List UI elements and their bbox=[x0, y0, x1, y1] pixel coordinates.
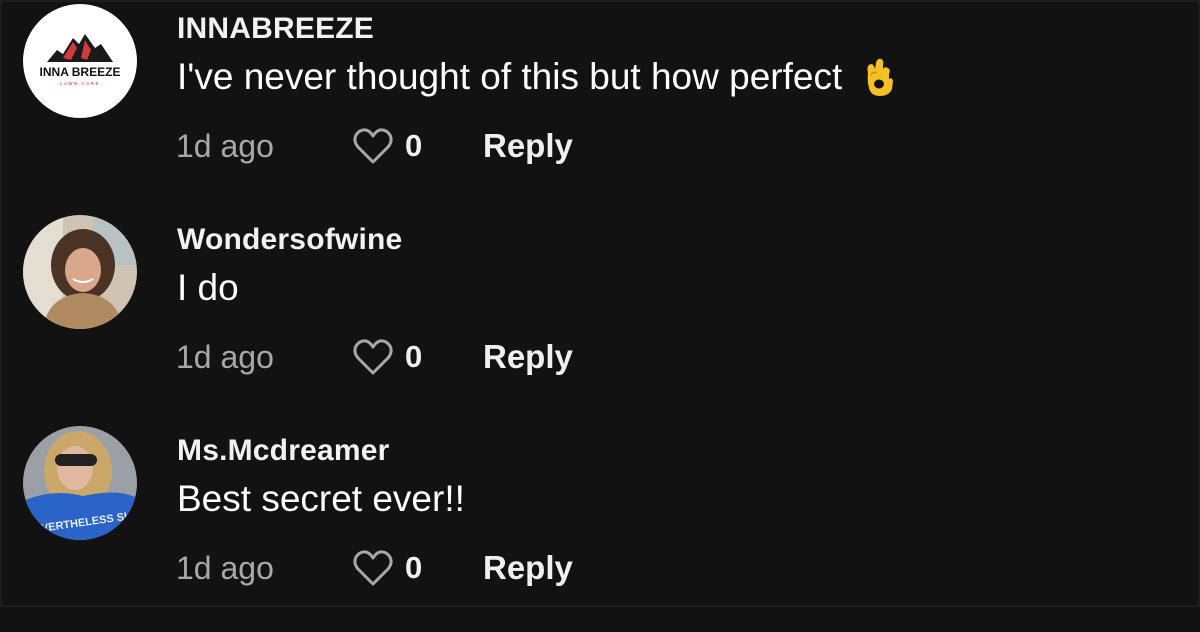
ok-hand-emoji-icon bbox=[862, 57, 898, 97]
comment-meta: 1d ago 0 Reply bbox=[176, 335, 573, 379]
username[interactable]: Ms.Mcdreamer bbox=[177, 434, 390, 468]
comment-body: I've never thought of this but how perfe… bbox=[177, 56, 843, 97]
like-button[interactable]: 0 bbox=[351, 548, 483, 588]
timestamp: 1d ago bbox=[176, 338, 274, 375]
heart-icon bbox=[351, 337, 395, 377]
timestamp: 1d ago bbox=[176, 127, 274, 164]
username[interactable]: INNABREEZE bbox=[177, 12, 374, 46]
comment-item: NEVERTHELESS SHE Ms.Mcdreamer Best secre… bbox=[0, 422, 1200, 632]
like-count: 0 bbox=[405, 339, 423, 374]
comment-body: Best secret ever!! bbox=[177, 478, 465, 519]
comment-item: Wondersofwine I do 1d ago 0 Reply bbox=[0, 211, 1200, 421]
like-button[interactable]: 0 bbox=[351, 126, 483, 166]
avatar[interactable]: NEVERTHELESS SHE bbox=[23, 426, 137, 540]
comment-body: I do bbox=[177, 267, 239, 308]
comment-meta: 1d ago 0 Reply bbox=[176, 124, 573, 168]
reply-button[interactable]: Reply bbox=[483, 338, 573, 376]
avatar[interactable]: INNA BREEZE LAWN CARE bbox=[23, 4, 137, 118]
comment-text: I do bbox=[177, 267, 239, 309]
like-count: 0 bbox=[405, 128, 423, 163]
like-count: 0 bbox=[405, 550, 423, 585]
comment-item: INNA BREEZE LAWN CARE INNABREEZE I've ne… bbox=[0, 0, 1200, 210]
heart-icon bbox=[351, 126, 395, 166]
avatar[interactable] bbox=[23, 215, 137, 329]
reply-button[interactable]: Reply bbox=[483, 127, 573, 165]
comment-meta: 1d ago 0 Reply bbox=[176, 546, 573, 590]
timestamp: 1d ago bbox=[176, 549, 274, 586]
reply-button[interactable]: Reply bbox=[483, 549, 573, 587]
profile-photo-icon: NEVERTHELESS SHE bbox=[23, 426, 137, 540]
avatar-logo-subtext: LAWN CARE bbox=[60, 81, 100, 86]
like-button[interactable]: 0 bbox=[351, 337, 483, 377]
heart-icon bbox=[351, 548, 395, 588]
comment-text: I've never thought of this but how perfe… bbox=[177, 56, 898, 98]
username[interactable]: Wondersofwine bbox=[177, 223, 402, 257]
profile-photo-icon bbox=[23, 215, 137, 329]
inna-breeze-logo-icon: INNA BREEZE LAWN CARE bbox=[23, 4, 137, 118]
avatar-logo-text: INNA BREEZE bbox=[40, 65, 121, 79]
comment-text: Best secret ever!! bbox=[177, 478, 465, 520]
